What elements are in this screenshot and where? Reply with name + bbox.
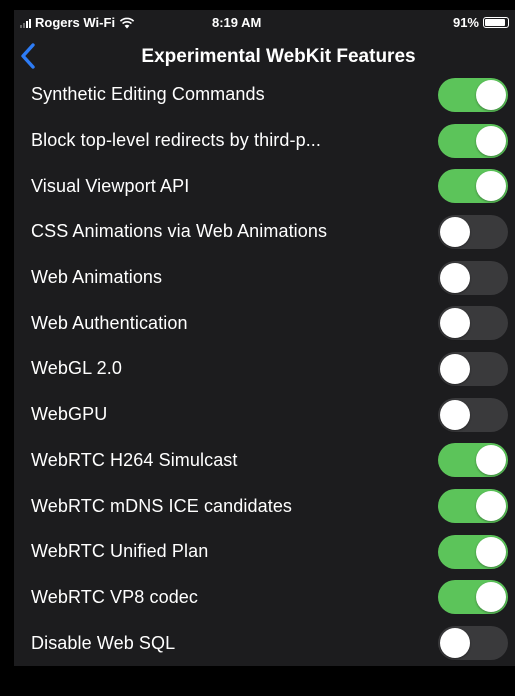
battery-percent: 91%: [452, 15, 479, 30]
battery-fill: [485, 19, 506, 26]
feature-row: Visual Viewport API: [14, 163, 515, 209]
feature-label: WebRTC Unified Plan: [31, 541, 209, 562]
feature-toggle[interactable]: [438, 580, 508, 615]
feature-list: Synthetic Editing Commands Block top-leve…: [14, 72, 515, 666]
feature-label: WebRTC mDNS ICE candidates: [31, 495, 293, 516]
feature-row: WebRTC Unified Plan: [14, 529, 515, 575]
battery-icon: [483, 17, 509, 28]
feature-row: Web Animations: [14, 255, 515, 301]
status-right: 91%: [453, 15, 509, 30]
feature-toggle[interactable]: [438, 443, 508, 478]
feature-toggle[interactable]: [438, 489, 508, 524]
carrier-label: Rogers Wi-Fi: [35, 15, 116, 30]
feature-row: CSS Animations via Web Animations: [14, 209, 515, 255]
toggle-knob: [476, 79, 506, 110]
toggle-knob: [440, 399, 470, 430]
feature-label: Web Authentication: [31, 312, 188, 333]
feature-toggle[interactable]: [438, 260, 508, 295]
status-left: Rogers Wi-Fi: [20, 15, 135, 30]
feature-row: WebRTC mDNS ICE candidates: [14, 483, 515, 529]
toggle-knob: [440, 628, 470, 659]
feature-label: WebGPU: [31, 404, 108, 425]
feature-toggle[interactable]: [438, 214, 508, 249]
feature-label: Block top-level redirects by third-p...: [31, 130, 322, 151]
feature-label: WebRTC H264 Simulcast: [31, 449, 238, 470]
feature-row: Synthetic Editing Commands: [14, 72, 515, 118]
toggle-knob: [440, 216, 470, 247]
wifi-icon: [119, 17, 135, 28]
feature-label: WebGL 2.0: [31, 358, 122, 379]
feature-row: Block top-level redirects by third-p...: [14, 118, 515, 164]
feature-label: CSS Animations via Web Animations: [31, 221, 328, 242]
toggle-knob: [440, 262, 470, 293]
toggle-knob: [476, 536, 506, 567]
feature-row: WebRTC VP8 codec: [14, 575, 515, 621]
toggle-knob: [476, 171, 506, 202]
feature-row: WebGPU: [14, 392, 515, 438]
toggle-knob: [440, 353, 470, 384]
page-title: Experimental WebKit Features: [141, 46, 416, 67]
toggle-knob: [476, 445, 506, 476]
feature-row: WebGL 2.0: [14, 346, 515, 392]
feature-toggle[interactable]: [438, 626, 508, 661]
feature-toggle[interactable]: [438, 351, 508, 386]
status-time: 8:19 AM: [212, 15, 262, 30]
toggle-knob: [476, 582, 506, 613]
cellular-signal-icon: [20, 18, 31, 28]
feature-toggle[interactable]: [438, 534, 508, 569]
feature-toggle[interactable]: [438, 77, 508, 112]
toggle-knob: [476, 491, 506, 522]
toggle-knob: [476, 125, 506, 156]
feature-toggle[interactable]: [438, 397, 508, 432]
feature-label: Visual Viewport API: [31, 175, 190, 196]
status-bar: Rogers Wi-Fi 8:19 AM 91%: [14, 10, 515, 36]
settings-screen: Rogers Wi-Fi 8:19 AM 91% Experimental We…: [14, 10, 515, 666]
phone-frame: Rogers Wi-Fi 8:19 AM 91% Experimental We…: [0, 0, 515, 696]
feature-row: Web Authentication: [14, 300, 515, 346]
feature-toggle[interactable]: [438, 306, 508, 341]
feature-label: Web Animations: [31, 267, 163, 288]
feature-row: WebRTC H264 Simulcast: [14, 438, 515, 484]
feature-label: WebRTC VP8 codec: [31, 586, 199, 607]
feature-toggle[interactable]: [438, 169, 508, 204]
feature-label: Synthetic Editing Commands: [31, 84, 265, 105]
feature-label: Disable Web SQL: [31, 632, 176, 653]
toggle-knob: [440, 308, 470, 339]
feature-toggle[interactable]: [438, 123, 508, 158]
feature-row: Disable Web SQL: [14, 620, 515, 666]
